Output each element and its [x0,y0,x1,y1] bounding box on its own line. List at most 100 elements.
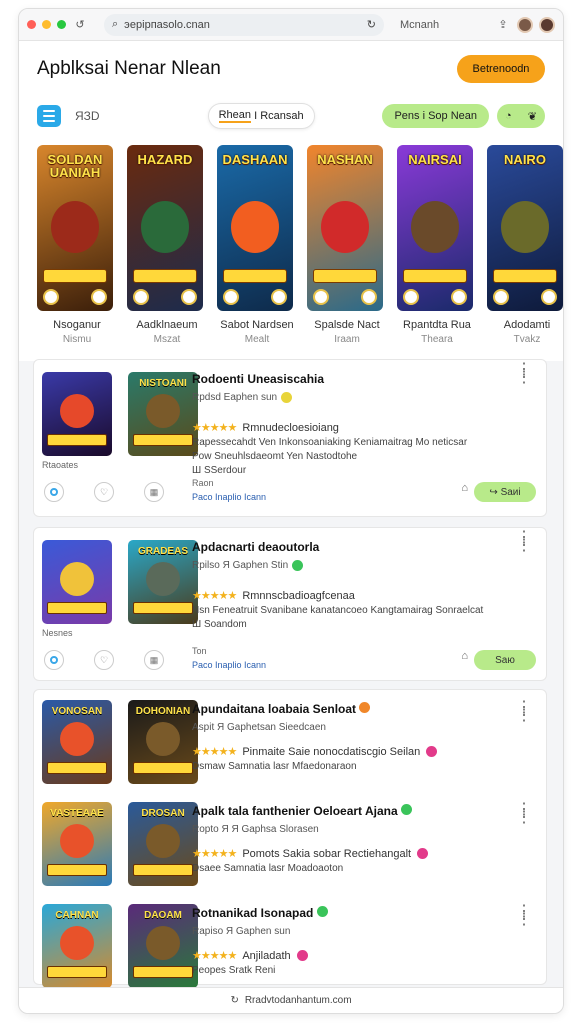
app-title[interactable]: Rotnanikad Isonapad [192,906,516,920]
app-meta: Ropto Я Я Gaphsa Slorasen [192,824,319,835]
app-title[interactable]: Rodoenti Uneasiscahia [192,372,516,386]
game-thumbnail[interactable]: NISTOANI [128,372,198,456]
card-art[interactable]: SOLDAN UANIAH [37,145,113,311]
url-text: эерiрпаsolo.cnan [124,18,210,31]
close-window-button[interactable] [27,20,36,29]
maximize-window-button[interactable] [57,20,66,29]
menu-icon[interactable] [37,105,61,127]
card-sub: Iraam [334,334,360,345]
card-art[interactable]: NAIRO [487,145,563,311]
app-line: Ш SSerdour [192,465,247,476]
featured-carousel: SOLDAN UANIAH Nsoganur Nismu HAZARD Aadk… [37,145,563,345]
rating-stars: ★★★★★ [192,746,237,758]
leaf-icon[interactable]: ❦ [528,110,537,123]
app-tag: Pomots Sakia sobar Rectiehangalt [242,847,412,860]
rating-stars: ★★★★★ [192,590,237,602]
verified-icon [359,702,371,713]
minimize-window-button[interactable] [42,20,51,29]
avatar[interactable] [517,16,533,33]
tag-link[interactable]: Paco Inaplio Icann [192,660,266,670]
card-name: Spalsde Nact [314,319,380,331]
bookmark-icon[interactable]: ⌂ [461,482,468,494]
card-art-title: HAZARD [137,152,193,167]
profile-avatar[interactable] [539,16,555,33]
featured-card[interactable]: NAIRSAI Rpantdta Rua Theara [397,145,477,345]
game-thumbnail[interactable]: DAOAM [128,904,198,988]
calendar-icon[interactable]: ▦ [144,650,164,670]
game-thumbnail[interactable]: DROSAN [128,802,198,886]
share-icon[interactable]: ⇪ [495,17,511,33]
app-meta: Rpdsd Eaphen sun [192,392,278,403]
green-pill-button[interactable]: Pens i Sop Nean [382,104,489,128]
more-icon[interactable]: ⋮ ⋮ [516,904,532,928]
heart-badge-icon [296,950,308,961]
home-icon[interactable]: ↺ [72,17,88,33]
more-icon[interactable]: ⋮ ⋮ [516,530,532,554]
get-button[interactable]: ↪ Saиi [474,482,536,502]
app-meta: Rapiso Я Gaphen sun [192,926,291,937]
app-meta: Aspit Я Gaphetsan Sieedcaen [192,722,326,733]
icon-toggle[interactable]: ◔ ❦ [497,104,545,128]
list-item[interactable]: VASTEAAE DROSAN Apalk tala fanthenier Oe… [34,800,546,900]
card-art[interactable]: NASHAN [307,145,383,311]
thumb-caption: Nesnes [42,628,73,638]
app-tag: Anjiladath [242,949,291,962]
game-thumbnail[interactable]: GRADEAS [128,540,198,624]
heart-icon[interactable]: ♡ [94,650,114,670]
list-item[interactable]: VONOSAN DOHONIAN Apundaitana loabaia Sen… [34,698,546,798]
game-thumbnail[interactable]: VONOSAN [42,700,112,784]
get-label: Saиi [500,486,521,498]
card-name: Aadklnaeum [136,319,198,331]
bookmark-icon[interactable]: ⌂ [461,650,468,662]
clock-icon[interactable] [44,650,64,670]
card-art-title: DASHAAN [222,152,288,167]
footer-link[interactable]: Rradvtodanhantum.com [245,995,352,1006]
game-thumbnail[interactable] [42,540,112,624]
card-sub: Mszat [153,334,181,345]
get-button[interactable]: Saю [474,650,536,670]
calendar-icon[interactable]: ▦ [144,482,164,502]
bell-icon[interactable]: ◔ [505,110,512,122]
segment-control[interactable]: Rhean I Rcansah [207,103,315,129]
featured-card[interactable]: SOLDAN UANIAH Nsoganur Nismu [37,145,117,345]
featured-card[interactable]: NAIRO Adodamti Tvakz [487,145,563,345]
app-line: Peopes Sratk Reni [192,965,276,976]
more-icon[interactable]: ⋮ ⋮ [516,362,532,386]
card-art[interactable]: HAZARD [127,145,203,311]
game-thumbnail[interactable] [42,372,112,456]
tag-label: Raon [192,478,214,488]
featured-card[interactable]: HAZARD Aadklnaeum Mszat [127,145,207,345]
record-icon[interactable] [44,482,64,502]
featured-card[interactable]: DASHAAN Sabot Nardsen Mealt [217,145,297,345]
rating-stars: ★★★★★ [192,848,237,860]
list-card-3: VONOSAN DOHONIAN Apundaitana loabaia Sen… [33,689,547,988]
browser-toolbar: ↺ ⌕ эерiрпаsolo.cnan ↻ Mcnanh ⇪ [19,9,563,41]
primary-cta-button[interactable]: Betrenoodn [457,55,545,83]
address-bar[interactable]: ⌕ эерiрпаsolo.cnan ↻ [104,13,384,36]
segment-active[interactable]: Rhean [218,109,252,123]
list-card-1[interactable]: NISTOANI Rodoenti Uneasiscahia Rpdsd Eap… [33,359,547,517]
card-art[interactable]: DASHAAN [217,145,293,311]
game-thumbnail[interactable]: DOHONIAN [128,700,198,784]
app-title[interactable]: Apalk tala fanthenier Oeloeart Ajana [192,804,516,818]
verified-icon [400,804,412,815]
game-thumbnail[interactable]: CAHNAN [42,904,112,988]
app-title[interactable]: Apundaitana loabaia Senloat [192,702,516,716]
thumb-caption: Rtaoates [42,460,79,470]
tag-link[interactable]: Paco Inaplio Icann [192,492,266,502]
card-art-title: NAIRO [504,152,546,167]
game-thumbnail[interactable]: VASTEAAE [42,802,112,886]
card-sub: Tvakz [513,334,541,345]
app-title[interactable]: Apdacnarti deaoutorla [192,540,516,554]
card-name: Sabot Nardsen [220,319,294,331]
featured-card[interactable]: NASHAN Spalsde Nact Iraam [307,145,387,345]
more-icon[interactable]: ⋮ ⋮ [516,802,532,826]
more-icon[interactable]: ⋮ ⋮ [516,700,532,724]
card-art[interactable]: NAIRSAI [397,145,473,311]
segment-rest[interactable]: I Rcansah [254,110,304,122]
reload-icon[interactable]: ↻ [367,18,376,31]
tab-title: Mcnanh [400,18,440,31]
heart-icon[interactable]: ♡ [94,482,114,502]
list-card-2[interactable]: GRADEAS Apdacnarti deaoutorla Rpilsо Я G… [33,527,547,681]
card-sub: Mealt [244,334,270,345]
